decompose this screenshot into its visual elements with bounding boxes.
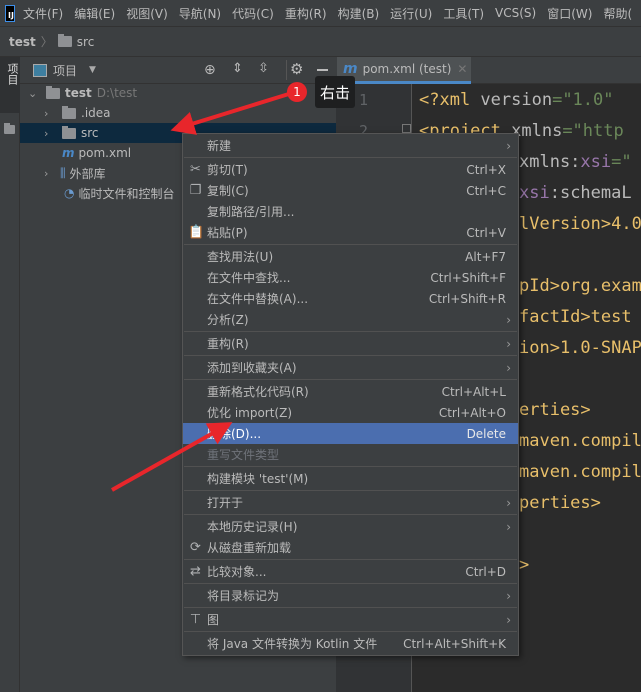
arrow-to-delete — [111, 422, 233, 492]
step-badge: 1 — [287, 82, 307, 102]
arrow-to-src — [170, 91, 293, 135]
annotation-tooltip: 右击 — [315, 76, 355, 108]
